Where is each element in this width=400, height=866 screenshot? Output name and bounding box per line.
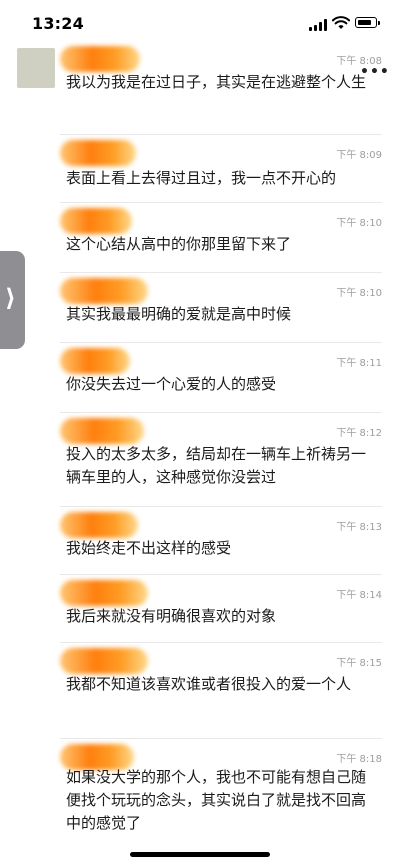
status-bar: 13:24 bbox=[0, 0, 400, 44]
message-time: 下午 8:09 bbox=[336, 150, 382, 161]
redacted-sender-name bbox=[60, 348, 130, 374]
redacted-sender-name bbox=[60, 208, 132, 234]
message-text: 这个心结从高中的你那里留下来了 bbox=[66, 235, 292, 253]
redacted-sender-name bbox=[60, 278, 148, 304]
message-text: 表面上看上去得过且过，我一点不开心的 bbox=[66, 169, 337, 187]
divider bbox=[60, 574, 382, 575]
battery-icon bbox=[355, 17, 380, 28]
message-time: 下午 8:13 bbox=[336, 522, 382, 533]
divider bbox=[60, 272, 382, 273]
message-time: 下午 8:14 bbox=[336, 590, 382, 601]
status-time: 13:24 bbox=[32, 14, 84, 33]
home-indicator[interactable] bbox=[130, 852, 270, 857]
message-item: 下午 8:10 其实我最最明确的爱就是高中时候 bbox=[0, 272, 400, 340]
divider bbox=[60, 506, 382, 507]
message-text: 如果没大学的那个人，我也不可能有想自己随便找个玩玩的念头，其实说白了就是找不回高… bbox=[66, 768, 367, 832]
redacted-sender-name bbox=[60, 648, 148, 674]
message-text: 我以为我是在过日子，其实是在逃避整个人生 bbox=[66, 73, 367, 91]
message-item: 下午 8:12 投入的太多太多，结局却在一辆车上祈祷另一辆车里的人，这种感觉你没… bbox=[0, 412, 400, 506]
message-text: 投入的太多太多，结局却在一辆车上祈祷另一辆车里的人，这种感觉你没尝过 bbox=[66, 445, 367, 486]
redacted-sender-name bbox=[60, 140, 136, 166]
divider bbox=[60, 134, 382, 135]
message-item: 下午 8:13 我始终走不出这样的感受 bbox=[0, 506, 400, 572]
message-time: 下午 8:10 bbox=[336, 218, 382, 229]
wifi-icon bbox=[332, 16, 350, 29]
message-time: 下午 8:15 bbox=[336, 658, 382, 669]
redacted-sender-name bbox=[60, 46, 140, 72]
message-time: 下午 8:10 bbox=[336, 288, 382, 299]
message-item: 下午 8:10 这个心结从高中的你那里留下来了 bbox=[0, 202, 400, 270]
message-text: 我后来就没有明确很喜欢的对象 bbox=[66, 607, 277, 625]
divider bbox=[60, 642, 382, 643]
message-text: 其实我最最明确的爱就是高中时候 bbox=[66, 305, 292, 323]
message-time: 下午 8:18 bbox=[336, 754, 382, 765]
message-item: 下午 8:18 如果没大学的那个人，我也不可能有想自己随便找个玩玩的念头，其实说… bbox=[0, 738, 400, 852]
redacted-sender-name bbox=[60, 512, 138, 538]
message-time: 下午 8:11 bbox=[336, 358, 382, 369]
divider bbox=[60, 412, 382, 413]
message-item: 下午 8:09 表面上看上去得过且过，我一点不开心的 bbox=[0, 134, 400, 198]
redacted-sender-name bbox=[60, 418, 144, 444]
message-item: 下午 8:14 我后来就没有明确很喜欢的对象 bbox=[0, 574, 400, 640]
message-item: 下午 8:15 我都不知道该喜欢谁或者很投入的爱一个人 bbox=[0, 642, 400, 736]
chevron-right-icon: ⟩ bbox=[5, 284, 16, 312]
message-time: 下午 8:12 bbox=[336, 428, 382, 439]
message-text: 你没失去过一个心爱的人的感受 bbox=[66, 375, 277, 393]
cellular-signal-icon bbox=[309, 19, 329, 31]
message-text: 我都不知道该喜欢谁或者很投入的爱一个人 bbox=[66, 675, 352, 693]
side-panel-tab[interactable]: ⟩ bbox=[0, 251, 25, 349]
divider bbox=[60, 202, 382, 203]
divider bbox=[60, 342, 382, 343]
message-time: 下午 8:08 bbox=[336, 56, 382, 67]
message-text: 我始终走不出这样的感受 bbox=[66, 539, 232, 557]
redacted-sender-name bbox=[60, 580, 148, 606]
message-item: 下午 8:11 你没失去过一个心爱的人的感受 bbox=[0, 342, 400, 410]
divider bbox=[60, 738, 382, 739]
message-item: 下午 8:08 我以为我是在过日子，其实是在逃避整个人生 bbox=[0, 40, 400, 134]
